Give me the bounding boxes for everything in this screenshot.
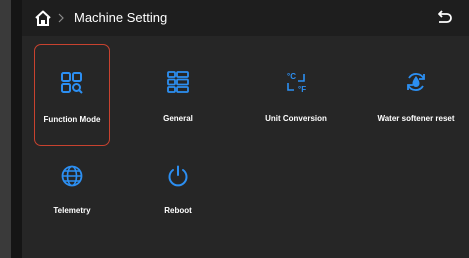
tile-label: Water softener reset (377, 114, 455, 123)
tile-label: General (163, 114, 193, 123)
tile-general[interactable]: General (138, 44, 218, 146)
svg-text:°F: °F (298, 85, 306, 94)
chevron-right-icon (56, 10, 66, 26)
tile-reboot[interactable]: Reboot (138, 148, 218, 244)
tile-telemetry[interactable]: Telemetry (34, 148, 110, 244)
machine-setting-screen: Machine Setting Function Mode General °C… (22, 0, 469, 258)
tile-label: Function Mode (43, 115, 101, 124)
home-icon[interactable] (34, 9, 52, 27)
power-icon (166, 164, 190, 188)
page-title: Machine Setting (74, 10, 168, 25)
svg-text:°C: °C (287, 72, 296, 81)
tile-label: Telemetry (53, 206, 91, 215)
unit-conversion-icon: °C °F (284, 70, 308, 94)
globe-icon (60, 164, 84, 188)
return-icon[interactable] (435, 9, 453, 27)
tile-function-mode[interactable]: Function Mode (34, 44, 110, 146)
settings-grid: Function Mode General °C °F Unit Convers… (22, 36, 469, 258)
function-mode-icon (60, 71, 84, 95)
tile-unit-conversion[interactable]: °C °F Unit Conversion (248, 44, 344, 146)
header-bar: Machine Setting (22, 0, 469, 36)
device-frame: Machine Setting Function Mode General °C… (0, 0, 469, 258)
tile-water-softener-reset[interactable]: Water softener reset (368, 44, 464, 146)
list-icon (166, 70, 190, 94)
water-softener-icon (404, 70, 428, 94)
tile-label: Reboot (164, 206, 192, 215)
left-panel-edge (0, 0, 11, 258)
tile-label: Unit Conversion (265, 114, 327, 123)
